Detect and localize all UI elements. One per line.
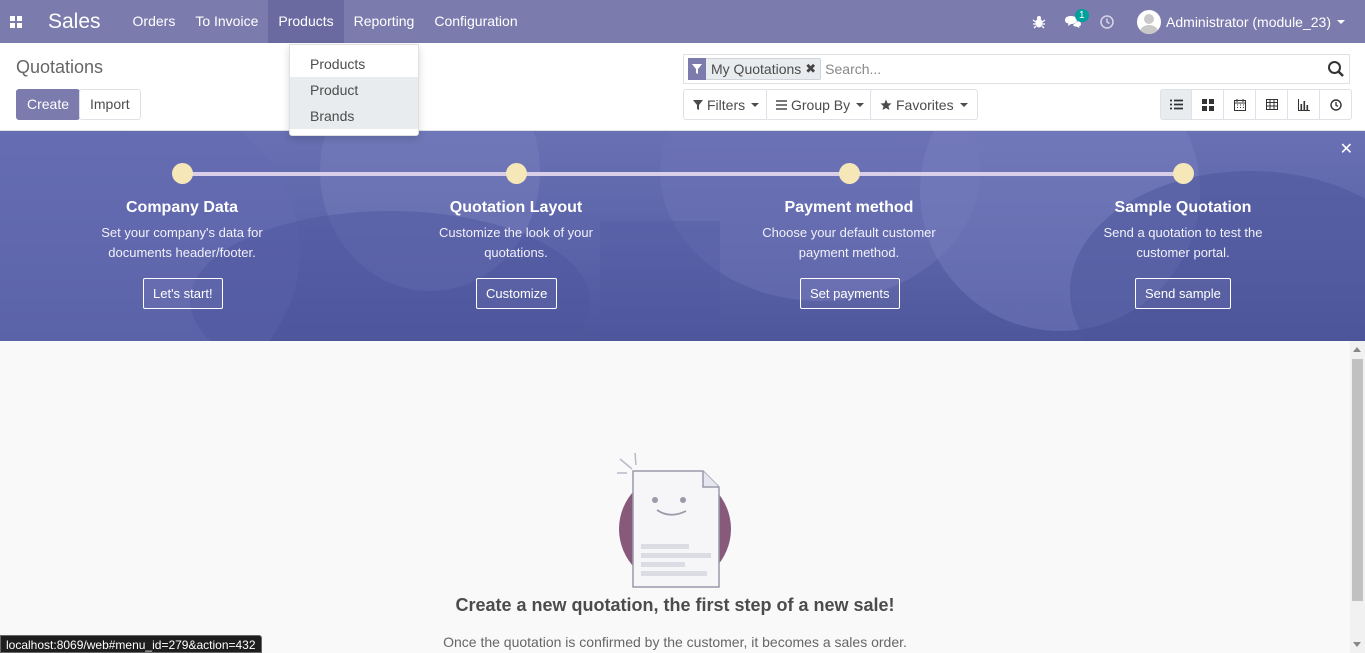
favorites-button[interactable]: Favorites	[870, 89, 978, 120]
step-description: Set your company's data for documents he…	[101, 225, 263, 260]
bars-icon	[776, 99, 787, 110]
group-by-button[interactable]: Group By	[766, 89, 875, 120]
empty-quotation-illustration	[617, 452, 731, 588]
customize-button[interactable]: Customize	[476, 278, 558, 309]
lets-start-button[interactable]: Let's start!	[143, 278, 223, 309]
star-icon	[880, 99, 892, 111]
step-dot	[1173, 163, 1194, 184]
scroll-thumb[interactable]	[1352, 359, 1363, 601]
favorites-label: Favorites	[896, 96, 954, 113]
list-view-icon[interactable]	[1160, 89, 1192, 120]
scroll-up-arrow-icon[interactable]	[1353, 347, 1361, 352]
chevron-down-icon	[1337, 19, 1345, 24]
search-icon[interactable]	[1327, 60, 1345, 78]
menu-item-to-invoice[interactable]: To Invoice	[185, 0, 268, 43]
list-view-content: Create a new quotation, the first step o…	[0, 341, 1350, 653]
app-name[interactable]: Sales	[48, 0, 101, 43]
user-menu[interactable]: Administrator (module_23)	[1137, 9, 1345, 34]
message-count-badge: 1	[1075, 8, 1089, 22]
menu-item-products[interactable]: Products	[268, 0, 344, 43]
search-input[interactable]	[825, 61, 1326, 77]
debug-icon[interactable]	[1025, 15, 1053, 29]
filters-label: Filters	[707, 96, 746, 113]
menu-item-configuration[interactable]: Configuration	[424, 0, 527, 43]
dropdown-item-product-brands[interactable]: Product Brands	[290, 77, 418, 129]
step-dot	[839, 163, 860, 184]
control-panel: Quotations Create Import My Quotations ✖…	[0, 43, 1365, 131]
step-title: Sample Quotation	[1114, 199, 1252, 216]
step-title: Quotation Layout	[449, 199, 583, 216]
step-dot	[172, 163, 193, 184]
step-description: Customize the look of your quotations.	[439, 225, 593, 260]
step-title: Payment method	[784, 199, 914, 216]
chevron-down-icon	[959, 102, 968, 107]
empty-state-title: Create a new quotation, the first step o…	[455, 595, 895, 615]
main-menu: Orders To Invoice Products Reporting Con…	[123, 0, 528, 43]
view-switcher	[1160, 89, 1352, 120]
group-by-label: Group By	[791, 96, 851, 113]
activity-clock-icon[interactable]	[1093, 14, 1121, 29]
send-sample-button[interactable]: Send sample	[1135, 278, 1231, 309]
menu-item-reporting[interactable]: Reporting	[344, 0, 425, 43]
step-title: Company Data	[125, 199, 239, 216]
filter-icon	[688, 58, 706, 80]
app-switcher-button[interactable]	[0, 0, 32, 43]
search-bar: My Quotations ✖	[683, 54, 1350, 84]
facet-label: My Quotations	[711, 61, 802, 77]
top-navbar: Sales Orders To Invoice Products Reporti…	[0, 0, 1365, 43]
vertical-scrollbar[interactable]	[1350, 341, 1365, 653]
kanban-view-icon[interactable]	[1192, 89, 1224, 120]
user-name: Administrator (module_23)	[1166, 13, 1331, 30]
import-button[interactable]: Import	[79, 89, 141, 120]
step-description: Send a quotation to test the customer po…	[1103, 225, 1263, 260]
activity-view-icon[interactable]	[1320, 89, 1352, 120]
calendar-view-icon[interactable]	[1224, 89, 1256, 120]
dropdown-item-products[interactable]: Products	[290, 51, 418, 77]
chevron-down-icon	[856, 102, 865, 107]
messaging-button[interactable]: 1	[1059, 8, 1089, 29]
pivot-view-icon[interactable]	[1256, 89, 1288, 120]
link-status-url: localhost:8069/web#menu_id=279&action=43…	[0, 635, 262, 653]
onboarding-banner: ✕ Company Data Set your company's data f…	[0, 131, 1365, 341]
step-dot	[506, 163, 527, 184]
breadcrumb: Quotations	[16, 57, 104, 77]
filter-icon	[693, 99, 703, 110]
graph-view-icon[interactable]	[1288, 89, 1320, 120]
search-facet: My Quotations ✖	[688, 58, 822, 80]
create-button[interactable]: Create	[16, 89, 81, 120]
progress-line	[182, 172, 1183, 176]
grid-icon	[10, 15, 22, 28]
close-icon[interactable]: ✕	[1340, 139, 1353, 159]
menu-item-orders[interactable]: Orders	[123, 0, 186, 43]
avatar	[1137, 9, 1162, 34]
chevron-down-icon	[751, 102, 760, 107]
scroll-down-arrow-icon[interactable]	[1353, 642, 1361, 647]
step-description: Choose your default customer payment met…	[762, 225, 936, 260]
set-payments-button[interactable]: Set payments	[800, 278, 900, 309]
products-dropdown-menu: Products Product Brands	[289, 44, 419, 136]
filters-button[interactable]: Filters	[683, 89, 770, 120]
systray: 1 Administrator (module_23)	[1019, 0, 1365, 43]
remove-facet-icon[interactable]: ✖	[805, 61, 820, 77]
